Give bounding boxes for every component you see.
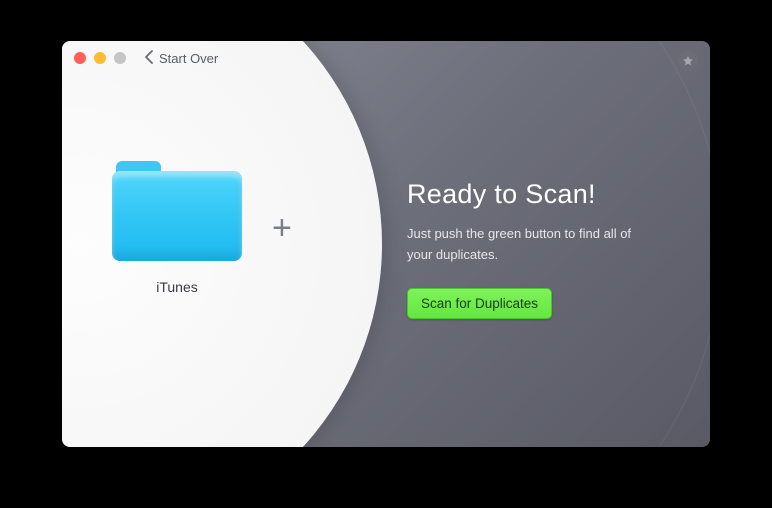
plus-icon: +	[272, 209, 292, 247]
close-icon[interactable]	[74, 52, 86, 64]
window-controls	[74, 52, 126, 64]
folder-icon	[112, 161, 242, 261]
zoom-icon[interactable]	[114, 52, 126, 64]
titlebar: Start Over	[62, 41, 710, 75]
source-area: iTunes +	[112, 161, 342, 295]
start-over-button[interactable]: Start Over	[144, 50, 218, 67]
chevron-left-icon	[144, 50, 153, 67]
add-source-button[interactable]: +	[272, 211, 292, 245]
subtext: Just push the green button to find all o…	[407, 224, 647, 266]
main-message: Ready to Scan! Just push the green butto…	[407, 179, 687, 319]
heading: Ready to Scan!	[407, 179, 687, 210]
folder-label: iTunes	[156, 279, 198, 295]
star-icon	[682, 55, 694, 67]
favorite-button[interactable]	[678, 51, 698, 71]
start-over-label: Start Over	[159, 51, 218, 66]
minimize-icon[interactable]	[94, 52, 106, 64]
folder-item[interactable]: iTunes	[112, 161, 242, 295]
scan-button[interactable]: Scan for Duplicates	[407, 288, 552, 319]
app-window: Start Over iTunes + Ready to Scan! Just …	[62, 41, 710, 447]
scan-button-label: Scan for Duplicates	[421, 296, 538, 311]
